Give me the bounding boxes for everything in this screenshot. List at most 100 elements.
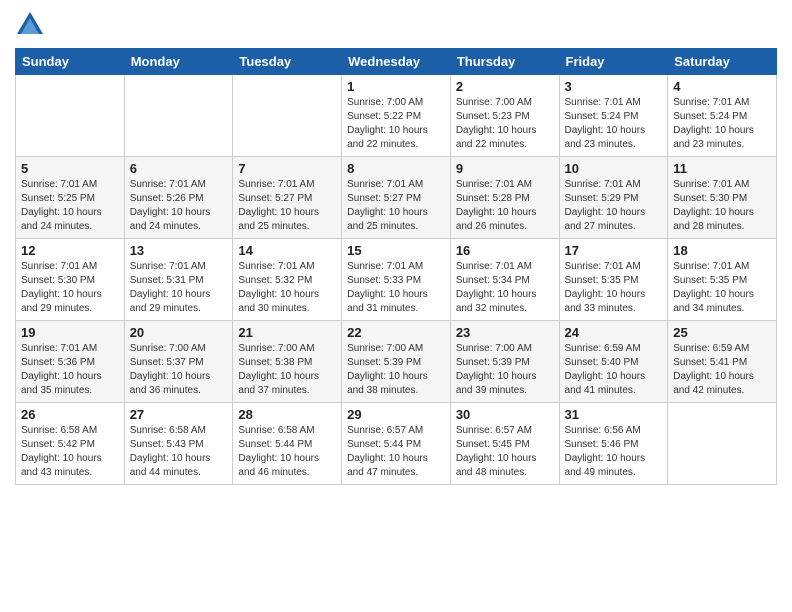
day-info: Sunrise: 7:01 AM Sunset: 5:33 PM Dayligh…	[347, 260, 445, 316]
day-cell: 12 Sunrise: 7:01 AM Sunset: 5:30 PM Dayli…	[16, 239, 125, 321]
weekday-monday: Monday	[124, 49, 233, 75]
day-cell: 19 Sunrise: 7:01 AM Sunset: 5:36 PM Dayli…	[16, 321, 125, 403]
day-number: 24	[565, 325, 663, 340]
day-number: 26	[21, 407, 119, 422]
day-cell: 7 Sunrise: 7:01 AM Sunset: 5:27 PM Daylig…	[233, 157, 342, 239]
day-cell: 26 Sunrise: 6:58 AM Sunset: 5:42 PM Dayli…	[16, 403, 125, 485]
day-info: Sunrise: 7:00 AM Sunset: 5:22 PM Dayligh…	[347, 96, 445, 152]
logo-icon	[15, 10, 45, 40]
week-row-3: 12 Sunrise: 7:01 AM Sunset: 5:30 PM Dayli…	[16, 239, 777, 321]
day-cell: 25 Sunrise: 6:59 AM Sunset: 5:41 PM Dayli…	[668, 321, 777, 403]
day-info: Sunrise: 6:56 AM Sunset: 5:46 PM Dayligh…	[565, 424, 663, 480]
day-info: Sunrise: 7:01 AM Sunset: 5:35 PM Dayligh…	[673, 260, 771, 316]
day-cell: 23 Sunrise: 7:00 AM Sunset: 5:39 PM Dayli…	[450, 321, 559, 403]
day-cell: 31 Sunrise: 6:56 AM Sunset: 5:46 PM Dayli…	[559, 403, 668, 485]
day-cell: 10 Sunrise: 7:01 AM Sunset: 5:29 PM Dayli…	[559, 157, 668, 239]
day-info: Sunrise: 7:00 AM Sunset: 5:37 PM Dayligh…	[130, 342, 228, 398]
day-cell	[668, 403, 777, 485]
day-cell: 20 Sunrise: 7:00 AM Sunset: 5:37 PM Dayli…	[124, 321, 233, 403]
day-info: Sunrise: 7:01 AM Sunset: 5:29 PM Dayligh…	[565, 178, 663, 234]
weekday-thursday: Thursday	[450, 49, 559, 75]
logo	[15, 10, 49, 40]
day-cell	[124, 75, 233, 157]
day-info: Sunrise: 7:01 AM Sunset: 5:35 PM Dayligh…	[565, 260, 663, 316]
day-info: Sunrise: 6:58 AM Sunset: 5:42 PM Dayligh…	[21, 424, 119, 480]
week-row-5: 26 Sunrise: 6:58 AM Sunset: 5:42 PM Dayli…	[16, 403, 777, 485]
day-number: 2	[456, 79, 554, 94]
day-info: Sunrise: 6:59 AM Sunset: 5:41 PM Dayligh…	[673, 342, 771, 398]
day-cell: 8Sunrise: 7:01 AM Sunset: 5:27 PM Daylig…	[342, 157, 451, 239]
day-cell: 11 Sunrise: 7:01 AM Sunset: 5:30 PM Dayli…	[668, 157, 777, 239]
day-number: 21	[238, 325, 336, 340]
weekday-tuesday: Tuesday	[233, 49, 342, 75]
day-number: 25	[673, 325, 771, 340]
week-row-1: 1 Sunrise: 7:00 AM Sunset: 5:22 PM Daylig…	[16, 75, 777, 157]
header	[15, 10, 777, 40]
day-number: 5	[21, 161, 119, 176]
day-info: Sunrise: 7:00 AM Sunset: 5:39 PM Dayligh…	[456, 342, 554, 398]
calendar-table: SundayMondayTuesdayWednesdayThursdayFrid…	[15, 48, 777, 485]
day-info: Sunrise: 6:58 AM Sunset: 5:43 PM Dayligh…	[130, 424, 228, 480]
day-number: 1	[347, 79, 445, 94]
day-info: Sunrise: 7:01 AM Sunset: 5:30 PM Dayligh…	[21, 260, 119, 316]
day-number: 16	[456, 243, 554, 258]
day-cell: 9Sunrise: 7:01 AM Sunset: 5:28 PM Daylig…	[450, 157, 559, 239]
weekday-header-row: SundayMondayTuesdayWednesdayThursdayFrid…	[16, 49, 777, 75]
day-info: Sunrise: 7:01 AM Sunset: 5:36 PM Dayligh…	[21, 342, 119, 398]
day-number: 29	[347, 407, 445, 422]
day-info: Sunrise: 7:01 AM Sunset: 5:34 PM Dayligh…	[456, 260, 554, 316]
weekday-sunday: Sunday	[16, 49, 125, 75]
day-info: Sunrise: 7:01 AM Sunset: 5:32 PM Dayligh…	[238, 260, 336, 316]
day-cell: 28 Sunrise: 6:58 AM Sunset: 5:44 PM Dayli…	[233, 403, 342, 485]
day-info: Sunrise: 7:01 AM Sunset: 5:31 PM Dayligh…	[130, 260, 228, 316]
day-cell: 18 Sunrise: 7:01 AM Sunset: 5:35 PM Dayli…	[668, 239, 777, 321]
day-cell: 14 Sunrise: 7:01 AM Sunset: 5:32 PM Dayli…	[233, 239, 342, 321]
day-number: 23	[456, 325, 554, 340]
day-info: Sunrise: 7:01 AM Sunset: 5:27 PM Dayligh…	[238, 178, 336, 234]
weekday-friday: Friday	[559, 49, 668, 75]
day-number: 10	[565, 161, 663, 176]
day-info: Sunrise: 6:57 AM Sunset: 5:45 PM Dayligh…	[456, 424, 554, 480]
day-number: 8	[347, 161, 445, 176]
day-number: 27	[130, 407, 228, 422]
day-cell: 21 Sunrise: 7:00 AM Sunset: 5:38 PM Dayli…	[233, 321, 342, 403]
day-cell: 13 Sunrise: 7:01 AM Sunset: 5:31 PM Dayli…	[124, 239, 233, 321]
day-cell: 27 Sunrise: 6:58 AM Sunset: 5:43 PM Dayli…	[124, 403, 233, 485]
day-number: 13	[130, 243, 228, 258]
day-number: 11	[673, 161, 771, 176]
day-info: Sunrise: 6:59 AM Sunset: 5:40 PM Dayligh…	[565, 342, 663, 398]
day-cell: 5Sunrise: 7:01 AM Sunset: 5:25 PM Daylig…	[16, 157, 125, 239]
day-cell: 30Sunrise: 6:57 AM Sunset: 5:45 PM Dayli…	[450, 403, 559, 485]
day-number: 17	[565, 243, 663, 258]
day-info: Sunrise: 6:58 AM Sunset: 5:44 PM Dayligh…	[238, 424, 336, 480]
day-cell: 22 Sunrise: 7:00 AM Sunset: 5:39 PM Dayli…	[342, 321, 451, 403]
day-cell	[233, 75, 342, 157]
day-info: Sunrise: 6:57 AM Sunset: 5:44 PM Dayligh…	[347, 424, 445, 480]
week-row-4: 19 Sunrise: 7:01 AM Sunset: 5:36 PM Dayli…	[16, 321, 777, 403]
day-cell: 17 Sunrise: 7:01 AM Sunset: 5:35 PM Dayli…	[559, 239, 668, 321]
day-number: 6	[130, 161, 228, 176]
day-cell: 3Sunrise: 7:01 AM Sunset: 5:24 PM Daylig…	[559, 75, 668, 157]
day-number: 9	[456, 161, 554, 176]
day-info: Sunrise: 7:00 AM Sunset: 5:23 PM Dayligh…	[456, 96, 554, 152]
day-cell: 24 Sunrise: 6:59 AM Sunset: 5:40 PM Dayli…	[559, 321, 668, 403]
day-number: 20	[130, 325, 228, 340]
day-number: 18	[673, 243, 771, 258]
day-cell	[16, 75, 125, 157]
day-info: Sunrise: 7:01 AM Sunset: 5:24 PM Dayligh…	[673, 96, 771, 152]
day-info: Sunrise: 7:00 AM Sunset: 5:38 PM Dayligh…	[238, 342, 336, 398]
day-number: 28	[238, 407, 336, 422]
day-info: Sunrise: 7:01 AM Sunset: 5:30 PM Dayligh…	[673, 178, 771, 234]
day-number: 12	[21, 243, 119, 258]
day-number: 14	[238, 243, 336, 258]
day-cell: 2 Sunrise: 7:00 AM Sunset: 5:23 PM Daylig…	[450, 75, 559, 157]
day-number: 15	[347, 243, 445, 258]
page: SundayMondayTuesdayWednesdayThursdayFrid…	[0, 0, 792, 612]
day-number: 22	[347, 325, 445, 340]
day-cell: 16 Sunrise: 7:01 AM Sunset: 5:34 PM Dayli…	[450, 239, 559, 321]
day-number: 7	[238, 161, 336, 176]
day-number: 31	[565, 407, 663, 422]
day-number: 19	[21, 325, 119, 340]
day-info: Sunrise: 7:00 AM Sunset: 5:39 PM Dayligh…	[347, 342, 445, 398]
day-number: 3	[565, 79, 663, 94]
